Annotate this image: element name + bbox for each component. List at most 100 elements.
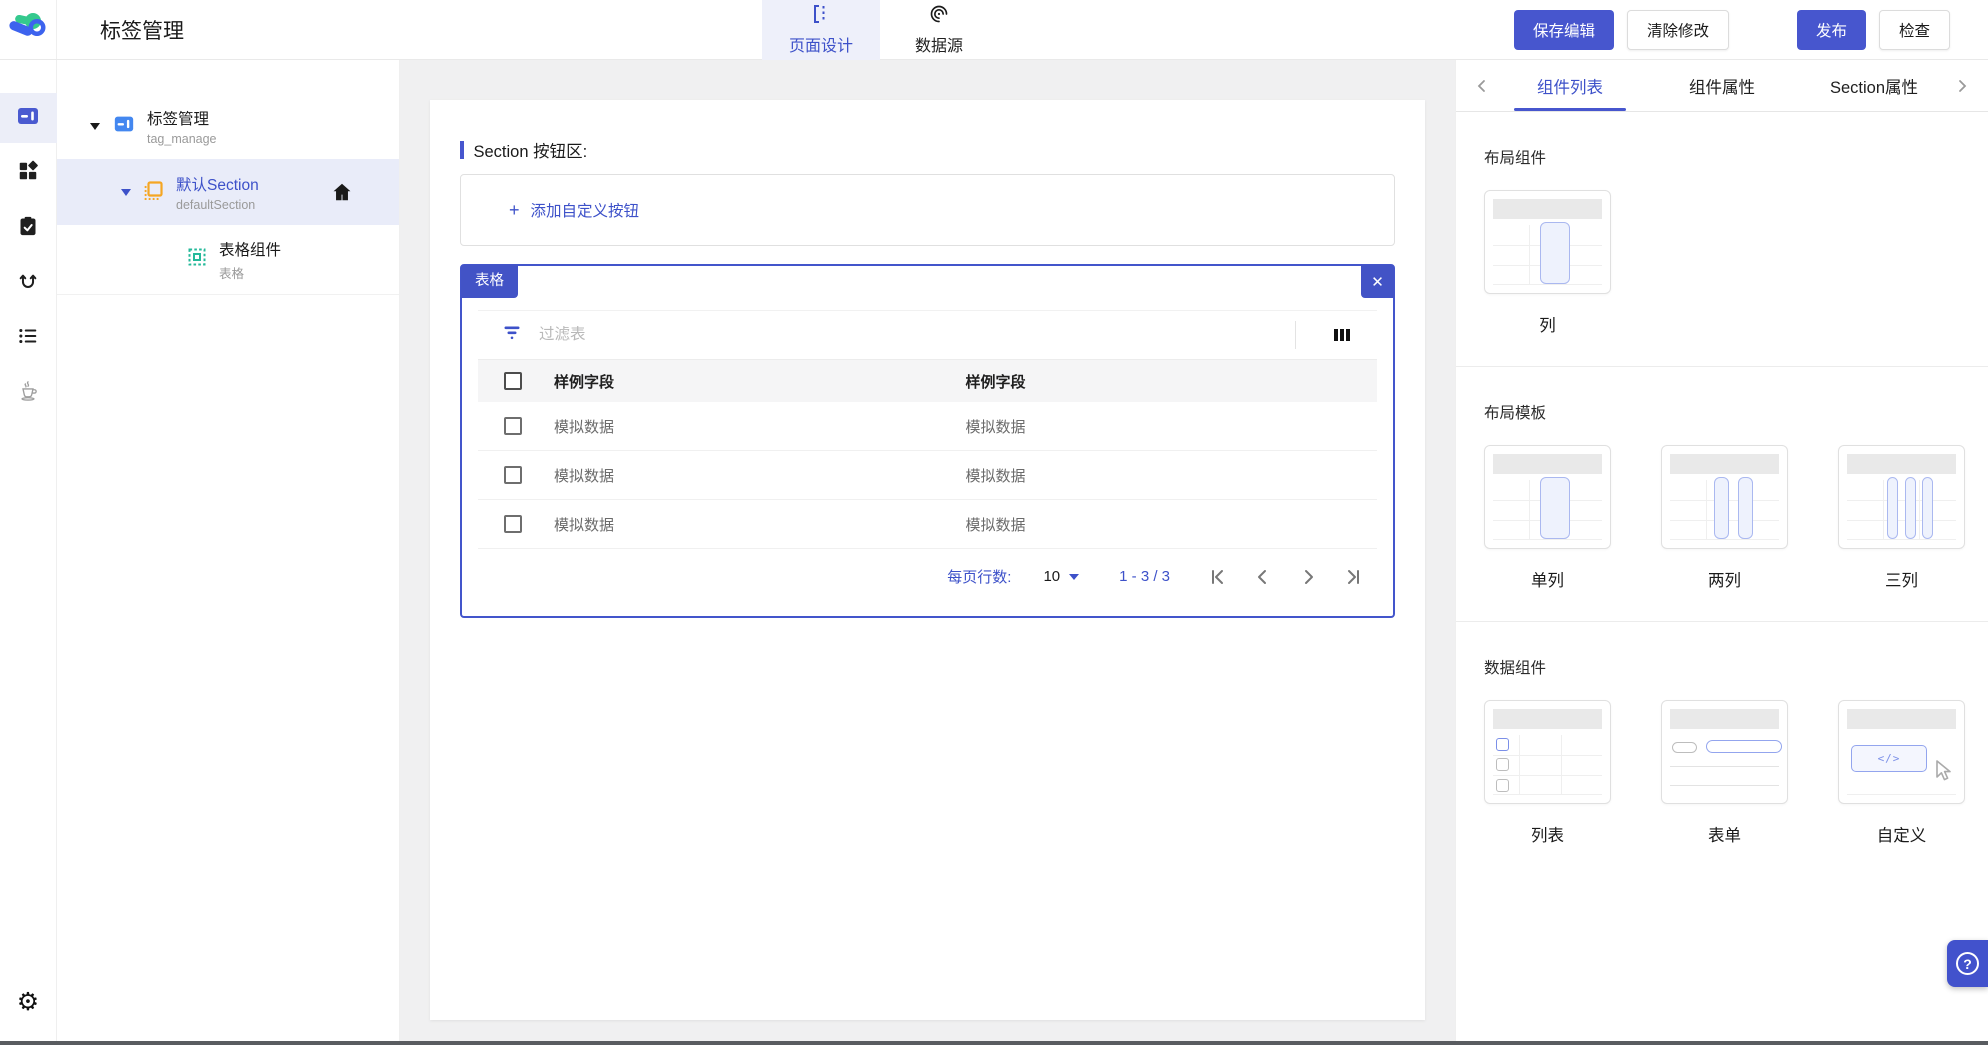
table-cell: 模拟数据 [965,467,1026,485]
filter-table-input[interactable] [539,326,1278,344]
tree-item-page[interactable]: 标签管理 tag_manage [57,93,399,159]
section-heading-text: Section 按钮区: [473,143,588,161]
help-button[interactable]: ? [1947,940,1988,987]
caret-down-icon[interactable] [121,188,131,196]
data-source-icon [929,4,949,29]
rail-item-tasks[interactable] [0,203,57,253]
tab-label: 页面设计 [788,38,853,55]
check-button[interactable]: 检查 [1878,9,1950,50]
tab-page-design[interactable]: 页面设计 [762,0,880,60]
component-tree: 标签管理 tag_manage 默认Section defaultSection… [57,60,400,1045]
close-icon[interactable]: ✕ [1361,265,1394,298]
tab-data-source[interactable]: 数据源 [880,0,998,60]
tree-item-title: 标签管理 [147,110,210,128]
tree-item-subtitle: 表格 [219,266,245,281]
section-layout-templates: 布局模板 单列 两列 三列 [1456,367,1988,621]
section-title: 布局组件 [1484,150,1547,167]
window-bottom-edge [0,1041,1988,1045]
page-window-icon [113,113,135,140]
table-cell: 模拟数据 [965,418,1026,436]
tree-item-title: 表格组件 [219,241,282,259]
rail-item-flows[interactable] [0,258,57,308]
component-label: 单列 [1531,572,1564,590]
rail-item-lists[interactable] [0,313,57,363]
home-icon[interactable] [331,181,353,203]
clear-changes-button[interactable]: 清除修改 [1626,9,1729,50]
widget-tag[interactable]: 表格 [461,265,518,298]
rows-per-page-label: 每页行数: [947,569,1012,586]
rows-per-page-select[interactable]: 10 [1043,568,1080,585]
column-header[interactable]: 样例字段 [966,371,1378,392]
gear-icon: ⚙ [16,988,40,1016]
template-card-three-columns[interactable]: 三列 [1838,445,1965,591]
tree-item-default-section[interactable]: 默认Section defaultSection [57,159,399,225]
next-page-icon[interactable] [1298,567,1318,587]
columns-icon[interactable] [1313,327,1371,343]
rail-item-components[interactable] [0,148,57,198]
tree-item-subtitle: tag_manage [147,131,217,146]
table-row[interactable]: 模拟数据 模拟数据 [478,500,1377,549]
first-page-icon[interactable] [1208,567,1228,587]
form-thumbnail [1661,700,1788,804]
table-row[interactable]: 模拟数据 模拟数据 [478,402,1377,451]
component-card-form[interactable]: 表单 [1661,700,1788,846]
component-card-custom[interactable]: </> 自定义 [1838,700,1965,846]
component-label: 两列 [1708,572,1741,590]
template-card-one-column[interactable]: 单列 [1484,445,1611,591]
tab-section-props[interactable]: Section属性 [1798,60,1950,111]
caret-down-icon[interactable] [90,122,100,130]
canvas-page: Section 按钮区: + 添加自定义按钮 表格 ✕ 过滤表 样例字段 样例字… [430,100,1425,1020]
table-widget[interactable]: 表格 ✕ 过滤表 样例字段 样例字段 模拟数据 模拟数据 模拟数据 模拟数据 模… [460,264,1395,618]
clipboard-check-icon [18,215,38,242]
prev-page-icon[interactable] [1253,567,1273,587]
inspector-panel: 组件列表 组件属性 Section属性 布局组件 列 布局模板 单列 两列 三列… [1455,60,1988,1045]
section-data-components: 数据组件 列表 表单 </> 自定义 [1456,622,1988,876]
chevron-left-icon[interactable] [1470,79,1494,93]
table-cell: 模拟数据 [965,516,1026,534]
template-card-two-columns[interactable]: 两列 [1661,445,1788,591]
two-column-thumbnail [1661,445,1788,549]
section-title: 数据组件 [1484,660,1547,677]
column-header[interactable]: 样例字段 [554,371,966,392]
tree-item-table-widget[interactable]: 表格组件 表格 [57,225,399,295]
page-title: 标签管理 [100,19,184,43]
pagination-range: 1 - 3 / 3 [1119,568,1170,585]
top-actions: 保存编辑 清除修改 发布 检查 [1513,9,1988,50]
row-checkbox[interactable] [504,417,522,435]
top-bar: 标签管理 页面设计 数据源 保存编辑 清除修改 发布 检查 [0,0,1988,60]
chevron-down-icon [1069,573,1080,580]
component-card-column[interactable]: 列 [1484,190,1611,336]
tab-component-list[interactable]: 组件列表 [1494,60,1646,111]
layout-icon [16,104,40,133]
logo-icon [8,9,48,50]
table-cell: 模拟数据 [554,418,615,436]
row-checkbox[interactable] [504,466,522,484]
page-design-icon [811,4,831,29]
select-all-checkbox[interactable] [504,372,522,390]
add-custom-button[interactable]: + 添加自定义按钮 [509,199,639,221]
publish-button[interactable]: 发布 [1796,9,1866,50]
rail-item-page-builder[interactable] [0,93,57,143]
app: 标签管理 页面设计 数据源 保存编辑 清除修改 发布 检查 ⚙ 标签管理 tag… [0,0,1988,1045]
rail-item-java-service[interactable] [0,368,57,418]
table-cell: 模拟数据 [554,516,615,534]
save-edit-button[interactable]: 保存编辑 [1513,9,1614,50]
row-checkbox[interactable] [504,515,522,533]
java-cup-icon [18,380,38,407]
chevron-right-icon[interactable] [1950,79,1974,93]
rail-item-settings[interactable]: ⚙ [0,977,57,1027]
section-icon [144,180,164,205]
last-page-icon[interactable] [1343,567,1363,587]
app-logo[interactable] [0,0,57,59]
design-canvas: Section 按钮区: + 添加自定义按钮 表格 ✕ 过滤表 样例字段 样例字… [400,60,1455,1045]
custom-thumbnail: </> [1838,700,1965,804]
one-column-thumbnail [1484,445,1611,549]
plus-icon: + [509,200,520,220]
section-button-zone: + 添加自定义按钮 [460,174,1395,246]
filter-icon [502,323,522,348]
table-row[interactable]: 模拟数据 模拟数据 [478,451,1377,500]
component-card-list[interactable]: 列表 [1484,700,1611,846]
section-title: 布局模板 [1484,405,1547,422]
tab-component-props[interactable]: 组件属性 [1646,60,1798,111]
widgets-icon [17,160,39,187]
